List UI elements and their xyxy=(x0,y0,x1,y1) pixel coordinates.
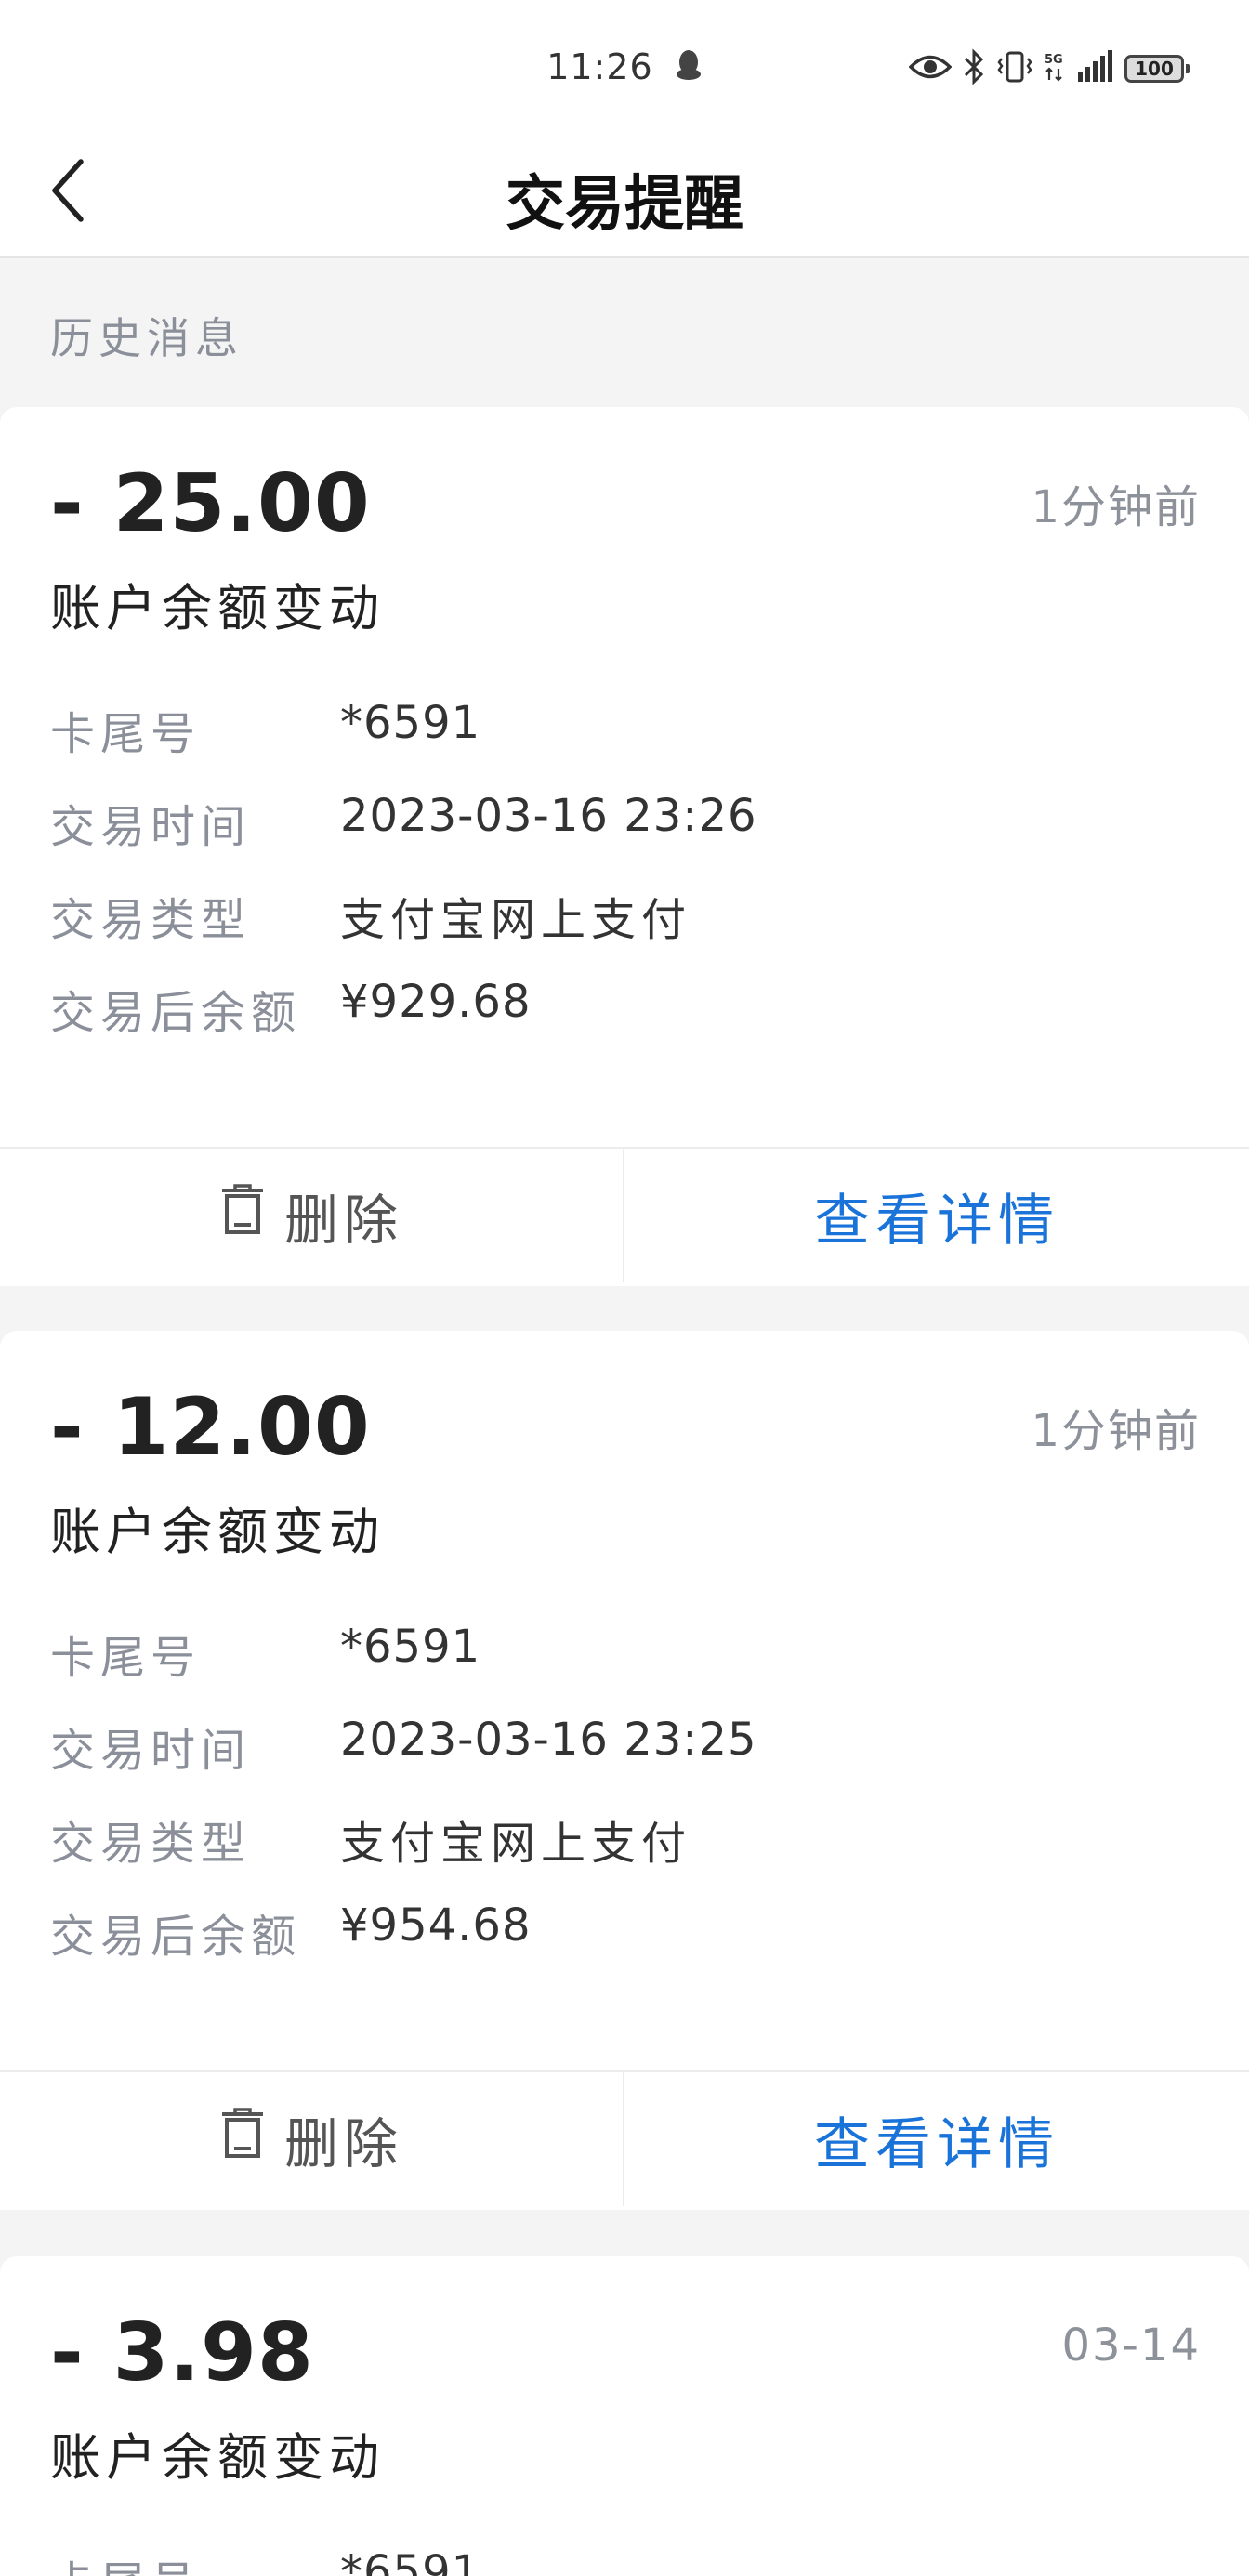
detail-label: 交易后余额 xyxy=(50,1911,302,1963)
svg-text:5G: 5G xyxy=(1045,53,1063,67)
detail-value-trade-time: 2023-03-16 23:25 xyxy=(340,1714,757,1766)
transaction-card: - 12.00 1分钟前 账户余额变动 卡尾号 *6591 交易时间 2023-… xyxy=(0,1331,1249,2210)
detail-value-trade-type: 支付宝网上支付 xyxy=(340,1818,692,1870)
delete-button[interactable]: 删除 xyxy=(0,1149,623,1282)
detail-row-balance: 交易后余额 ¥954.68 xyxy=(50,1899,1165,1965)
status-time: 11:26 xyxy=(546,46,653,87)
transaction-amount: - 25.00 xyxy=(50,457,371,550)
battery-icon: 100 xyxy=(1124,55,1190,83)
message-subtitle: 账户余额变动 xyxy=(50,579,385,637)
vibrate-icon xyxy=(996,50,1033,87)
detail-value-card-no: *6591 xyxy=(340,1621,481,1673)
5g-icon: 5G xyxy=(1045,50,1065,87)
detail-value-balance: ¥929.68 xyxy=(340,976,532,1028)
detail-label: 交易时间 xyxy=(50,801,252,853)
detail-label: 卡尾号 xyxy=(50,708,202,760)
detail-label: 交易时间 xyxy=(50,1725,252,1777)
eye-icon xyxy=(908,53,953,85)
top-app-bar: 交易提醒 xyxy=(0,130,1249,258)
detail-row-trade-type: 交易类型 支付宝网上支付 xyxy=(50,1807,1165,1872)
detail-value-balance: ¥954.68 xyxy=(340,1899,532,1952)
signal-icon xyxy=(1076,50,1113,87)
detail-label: 卡尾号 xyxy=(50,2546,201,2576)
detail-value-card-no: *6591 xyxy=(340,2546,481,2576)
detail-row-balance: 交易后余额 ¥929.68 xyxy=(50,976,1165,1041)
transaction-amount: - 3.98 xyxy=(50,2307,314,2399)
delete-label: 删除 xyxy=(283,2112,403,2175)
detail-value-trade-type: 支付宝网上支付 xyxy=(340,894,692,946)
detail-label: 卡尾号 xyxy=(50,1632,202,1684)
detail-row-trade-type: 交易类型 支付宝网上支付 xyxy=(50,883,1165,948)
message-subtitle: 账户余额变动 xyxy=(50,2428,385,2487)
section-label-history: 历史消息 xyxy=(50,313,243,363)
view-detail-button[interactable]: 查看详情 xyxy=(624,2072,1249,2206)
trash-icon xyxy=(219,2107,266,2172)
detail-row-trade-time: 交易时间 2023-03-16 23:25 xyxy=(50,1714,1165,1779)
page-title: 交易提醒 xyxy=(506,170,743,239)
detail-row-trade-time: 交易时间 2023-03-16 23:26 xyxy=(50,790,1165,855)
detail-label: 交易类型 xyxy=(50,894,252,946)
message-subtitle: 账户余额变动 xyxy=(50,1503,385,1561)
bluetooth-icon xyxy=(963,48,985,89)
transaction-amount: - 12.00 xyxy=(50,1381,371,1474)
transaction-card: - 3.98 03-14 账户余额变动 卡尾号 *6591 xyxy=(0,2256,1249,2576)
detail-label: 交易后余额 xyxy=(50,987,302,1039)
status-bar: 11:26 5G 100 xyxy=(0,0,1249,130)
qq-penguin-icon xyxy=(675,48,703,90)
detail-row-card-no: 卡尾号 *6591 xyxy=(50,697,1165,762)
detail-label: 交易类型 xyxy=(50,1818,252,1870)
delete-label: 删除 xyxy=(283,1189,403,1252)
status-icons: 5G 100 xyxy=(908,48,1190,89)
card-actions: 删除 查看详情 xyxy=(0,1149,1249,1282)
message-time: 1分钟前 xyxy=(1031,481,1201,533)
detail-row-card-no: 卡尾号 *6591 xyxy=(50,2546,1165,2576)
transaction-card: - 25.00 1分钟前 账户余额变动 卡尾号 *6591 交易时间 2023-… xyxy=(0,407,1249,1286)
trash-icon xyxy=(219,1183,266,1248)
delete-button[interactable]: 删除 xyxy=(0,2072,623,2206)
detail-row-card-no: 卡尾号 *6591 xyxy=(50,1621,1165,1686)
detail-value-trade-time: 2023-03-16 23:26 xyxy=(340,790,757,842)
message-time: 03-14 xyxy=(1061,2320,1201,2372)
message-time: 1分钟前 xyxy=(1031,1405,1201,1457)
view-detail-button[interactable]: 查看详情 xyxy=(624,1149,1249,1282)
card-actions: 删除 查看详情 xyxy=(0,2072,1249,2206)
detail-value-card-no: *6591 xyxy=(340,697,481,749)
